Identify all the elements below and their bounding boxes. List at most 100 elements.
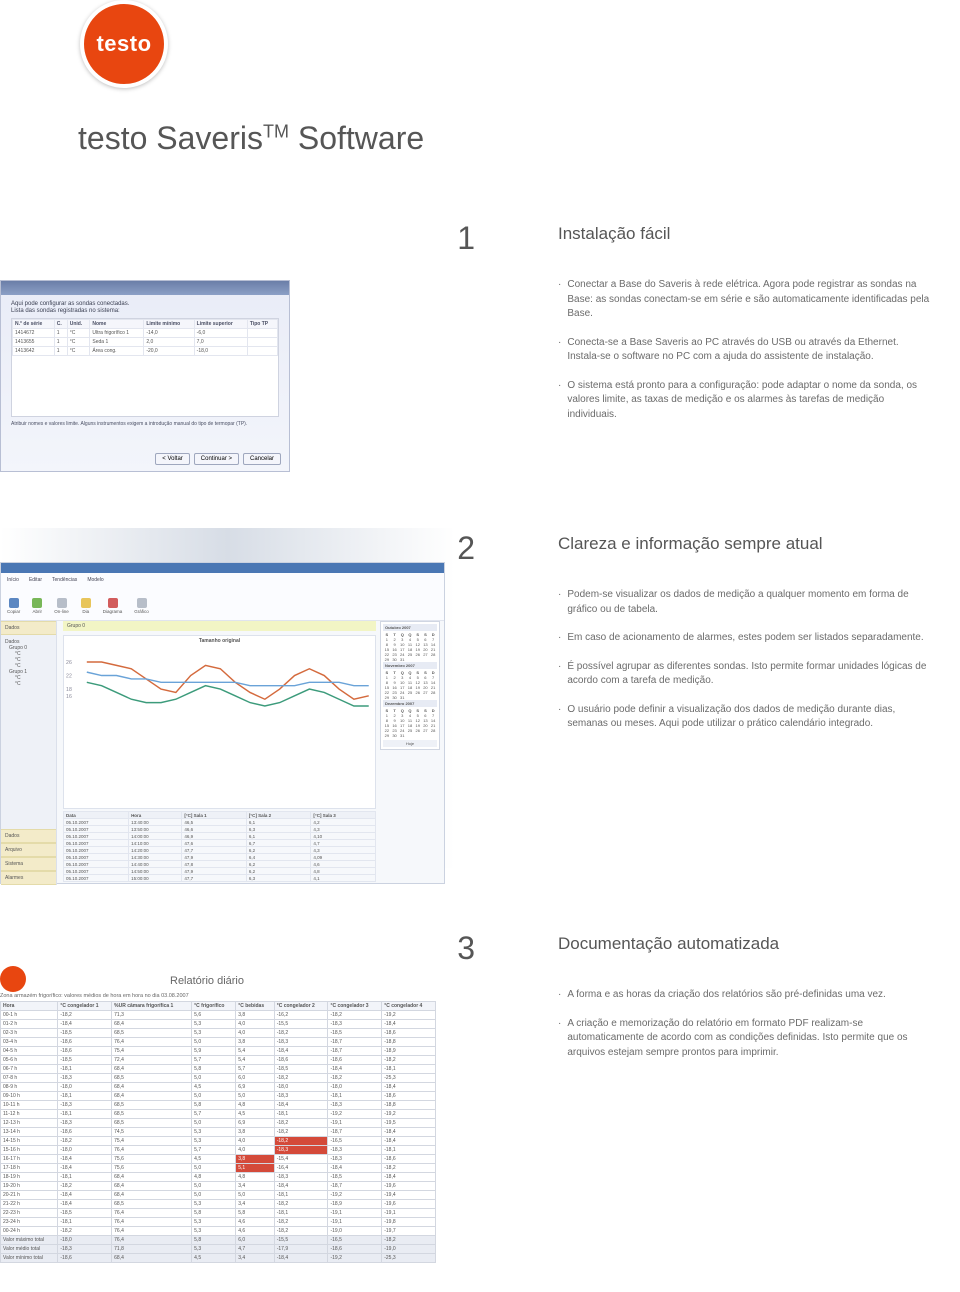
page-title: testo SaverisTM Software <box>78 120 424 157</box>
bullet-item: ·É possível agrupar as diferentes sondas… <box>558 660 930 689</box>
col-header: °C bebidas <box>236 1002 275 1011</box>
table-row: 13-14 h-18,674,55,33,8-18,2-18,7-18,4 <box>1 1128 436 1137</box>
side-dados[interactable]: Dados <box>1 621 56 635</box>
table-row: 14-15 h-18,275,45,34,0-18,2-16,5-18,4 <box>1 1137 436 1146</box>
table-row: 05.10.200714:40:0047,86,24,6 <box>64 861 376 868</box>
table-row: 14136421°CÁrea cong.-20,0-18,0 <box>13 347 278 356</box>
svg-text:16: 16 <box>66 694 72 700</box>
wizard-text-1: Aqui pode configurar as sondas conectada… <box>11 301 279 307</box>
menu-editar[interactable]: Editar <box>29 577 42 586</box>
bullet-item: ·A forma e as horas da criação dos relat… <box>558 988 930 1003</box>
tb-dia[interactable]: Dia <box>81 598 91 617</box>
side-alarmes[interactable]: Alarmes <box>1 871 56 885</box>
col-header: %UR câmara frigorífica 1 <box>112 1002 192 1011</box>
wizard-cancel-button[interactable]: Cancelar <box>243 453 281 465</box>
col-header: °C congelador 2 <box>274 1002 328 1011</box>
bullet-item: ·Podem-se visualizar os dados de medição… <box>558 588 930 617</box>
cal-today[interactable]: Hoje <box>383 740 437 747</box>
chart-icon <box>137 598 147 608</box>
section-2-heading: Clareza e informação sempre atual <box>558 534 930 554</box>
app-titlebar <box>1 563 444 573</box>
section-number-3: 3 <box>415 930 475 967</box>
wizard-next-button[interactable]: Continuar > <box>194 453 239 465</box>
side-sistema[interactable]: Sistema <box>1 857 56 871</box>
section-3-heading: Documentação automatizada <box>558 934 930 954</box>
col-header: °C congelador 1 <box>58 1002 112 1011</box>
table-row: 12-13 h-18,368,55,06,9-18,2-19,1-19,5 <box>1 1119 436 1128</box>
table-row: 03-4 h-18,676,45,03,8-18,3-18,7-18,8 <box>1 1038 436 1047</box>
table-row: 04-5 h-18,675,45,95,4-18,4-18,7-18,9 <box>1 1047 436 1056</box>
tb-grafico[interactable]: Gráfico <box>134 598 149 617</box>
side-arquivo[interactable]: Arquivo <box>1 843 56 857</box>
svg-text:26: 26 <box>66 660 72 666</box>
table-row: Valor máximo total-18,076,45,86,0-15,5-1… <box>1 1236 436 1245</box>
col-header: Data <box>64 812 129 819</box>
table-row: 10-11 h-18,368,55,84,8-18,4-18,3-18,8 <box>1 1101 436 1110</box>
sidebar-tree[interactable]: Dados Grupo 0 °C °C °C Grupo 1 °C °C <box>1 635 56 829</box>
table-row: 07-8 h-18,368,55,06,0-18,2-18,2-25,3 <box>1 1074 436 1083</box>
table-row: 17-18 h-18,475,65,05,1-16,4-18,4-18,2 <box>1 1164 436 1173</box>
table-row: 15-16 h-18,076,45,74,0-18,3-18,3-18,1 <box>1 1146 436 1155</box>
table-row: 05.10.200714:30:0047,96,44,09 <box>64 854 376 861</box>
wizard-table-body: 14146721°CUltra frigorífico 1-14,0-6,014… <box>13 329 278 356</box>
table-row: 05.10.200714:50:0047,96,24,8 <box>64 868 376 875</box>
table-row: 08-9 h-18,068,44,56,9-18,0-18,0-18,4 <box>1 1083 436 1092</box>
table-row: Valor médio total-18,371,85,34,7-17,9-18… <box>1 1245 436 1254</box>
menu-modelo[interactable]: Modelo <box>87 577 103 586</box>
diagram-icon <box>108 598 118 608</box>
tb-copiar[interactable]: Copiar <box>7 598 20 617</box>
table-row: 00-1 h-18,271,35,63,8-16,2-18,2-19,2 <box>1 1011 436 1020</box>
wizard-table-header: N.° de sérieC.Unid.NomeLimite mínimoLimi… <box>13 320 278 329</box>
wizard-text-2: Lista das sondas registradas no sistema: <box>11 308 279 314</box>
wizard-titlebar <box>1 281 289 295</box>
copy-icon <box>9 598 19 608</box>
app-window: Início Editar Tendências Modelo Copiar A… <box>0 562 445 884</box>
data-table-body: 05.10.200713:40:0046,56,14,205.10.200713… <box>64 819 376 882</box>
title-part-1: testo Saveris <box>78 120 263 156</box>
data-table: DataHora[°C] Sala 1[°C] Sala 2[°C] Sala … <box>63 811 376 885</box>
report-title: Relatório diário <box>170 975 436 987</box>
col-header: Unid. <box>67 320 90 329</box>
cal-month-1: Outubro 2007 <box>383 624 437 631</box>
table-row: 05.10.200714:20:0047,76,24,3 <box>64 847 376 854</box>
section-1-heading: Instalação fácil <box>558 224 930 244</box>
table-row: 11-12 h-18,168,55,74,5-18,1-19,2-19,2 <box>1 1110 436 1119</box>
report-table-body: 00-1 h-18,271,35,63,8-16,2-18,2-19,201-2… <box>1 1011 436 1236</box>
table-row: 05-6 h-18,572,45,75,4-18,6-18,6-18,2 <box>1 1056 436 1065</box>
section-number-1: 1 <box>415 220 475 257</box>
col-header: Tipo TP <box>247 320 277 329</box>
menu-inicio[interactable]: Início <box>7 577 19 586</box>
menu-tendencias[interactable]: Tendências <box>52 577 77 586</box>
col-header: °C congelador 3 <box>328 1002 382 1011</box>
open-icon <box>32 598 42 608</box>
title-part-2: Software <box>289 120 424 156</box>
cal-grid-3: STQQSSD123456789101112131415161718192021… <box>383 708 437 738</box>
table-row: 22-23 h-18,576,45,85,8-18,1-19,1-19,1 <box>1 1209 436 1218</box>
bullet-item: ·Conectar a Base do Saveris à rede elétr… <box>558 278 930 322</box>
chart-group-head: Grupo 0 <box>63 621 376 631</box>
col-header: [°C] Sala 3 <box>311 812 376 819</box>
table-row: 14136551°CSeda 12,07,0 <box>13 338 278 347</box>
col-header: [°C] Sala 2 <box>246 812 311 819</box>
wizard-note: Atribuir nomes e valores limite. Alguns … <box>11 421 279 427</box>
table-row: 05.10.200713:40:0046,56,14,2 <box>64 819 376 826</box>
col-header: Nome <box>90 320 144 329</box>
report-preview: Relatório diário Zona armazém frigorífic… <box>0 966 436 1263</box>
calendar-panel[interactable]: Outubro 2007 STQQSSD12345678910111213141… <box>380 621 440 750</box>
col-header: Limite superior <box>194 320 247 329</box>
report-table-totals: Valor máximo total-18,076,45,86,0-15,5-1… <box>1 1236 436 1263</box>
bullet-item: ·A criação e memorização do relatório em… <box>558 1017 930 1061</box>
col-header: Limite mínimo <box>144 320 194 329</box>
trademark: TM <box>263 121 289 141</box>
app-toolbar: Início Editar Tendências Modelo Copiar A… <box>1 573 444 621</box>
tb-abrir[interactable]: Abrir <box>32 598 42 617</box>
side-dados2[interactable]: Dados <box>1 829 56 843</box>
section-2-bullets: ·Podem-se visualizar os dados de medição… <box>558 588 930 732</box>
wizard-back-button[interactable]: < Voltar <box>155 453 190 465</box>
svg-text:18: 18 <box>66 687 72 693</box>
col-header: °C frigorífico <box>192 1002 236 1011</box>
tb-diagrama[interactable]: Diagrama <box>103 598 123 617</box>
tb-online[interactable]: On-line <box>54 598 69 617</box>
table-row: Valor mínimo total-18,668,44,53,4-18,4-1… <box>1 1254 436 1263</box>
bullet-item: ·O sistema está pronto para a configuraç… <box>558 379 930 423</box>
